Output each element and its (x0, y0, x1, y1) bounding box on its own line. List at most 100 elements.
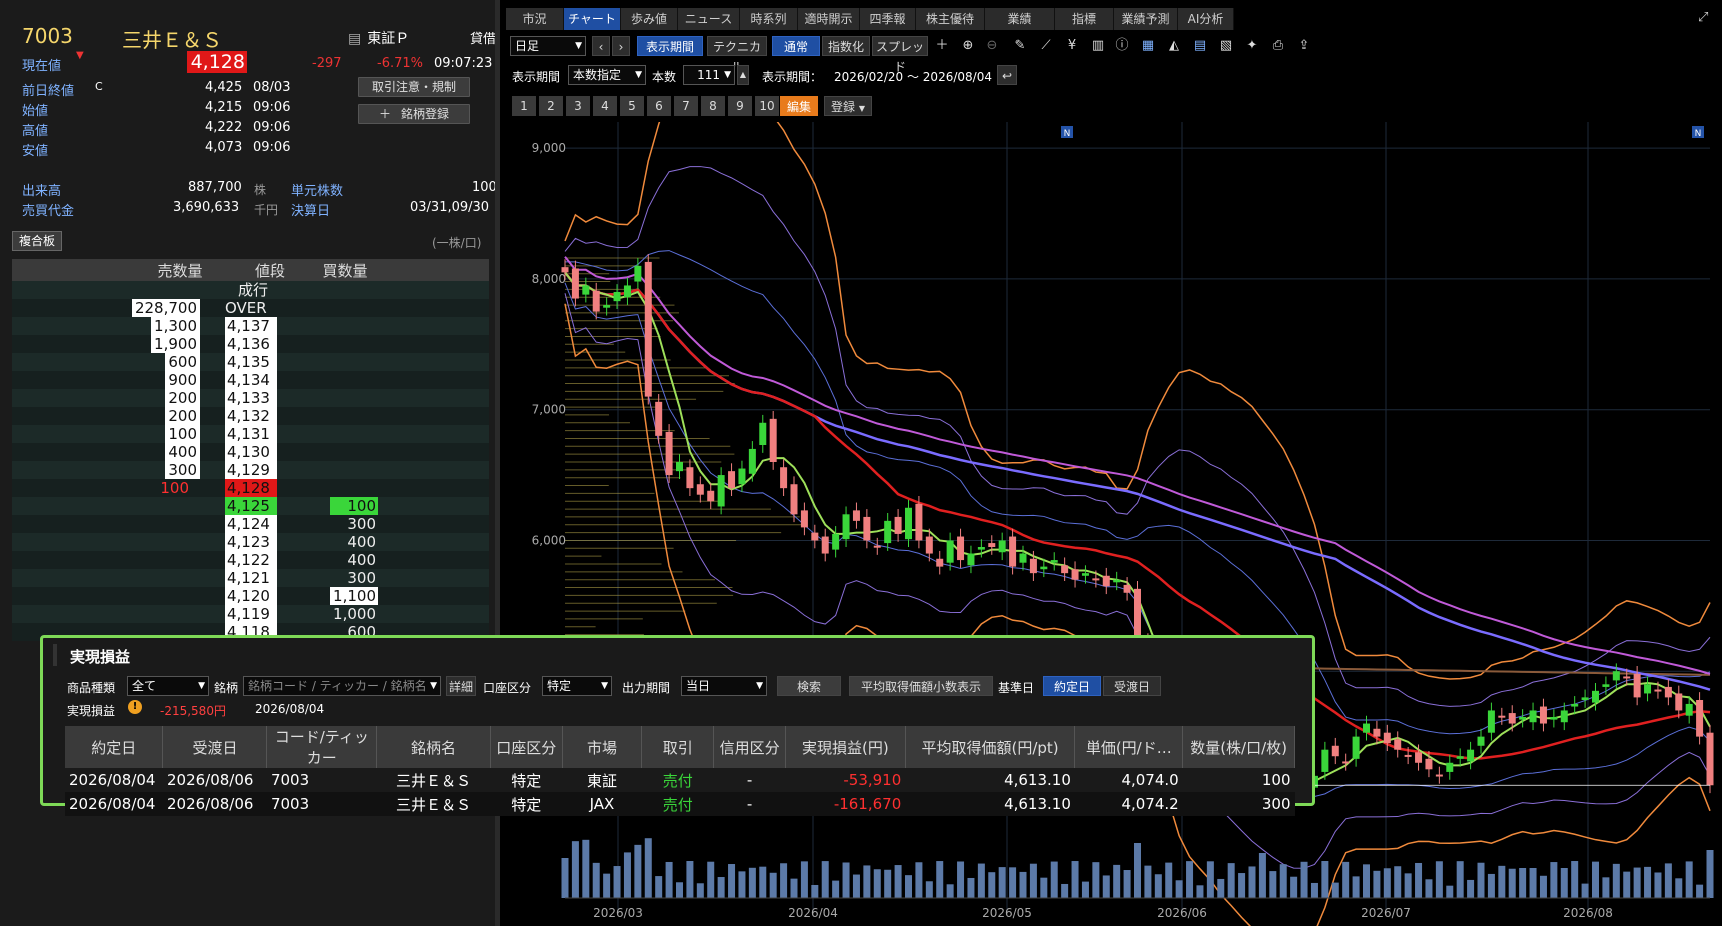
technical-button[interactable]: テクニカル (707, 36, 767, 74)
preset-button-8[interactable]: 8 (701, 96, 725, 116)
register-button[interactable]: ＋銘柄登録 (358, 104, 470, 124)
board-tab[interactable]: 複合板 (12, 231, 62, 251)
preset-button-2[interactable]: 2 (539, 96, 563, 116)
orderbook-row[interactable]: 4,119 1,000 (12, 605, 489, 623)
count-input[interactable]: 111 ▼ (683, 65, 735, 85)
tab-10[interactable]: 業績予測 (1114, 8, 1178, 30)
range-mode-select[interactable]: 本数指定 ▼ (568, 65, 646, 85)
pl-col-header[interactable]: 銘柄名 (376, 726, 491, 768)
display-period-button[interactable]: 表示期間 (637, 36, 703, 56)
line-tool-icon[interactable]: ⟋ (1036, 36, 1056, 56)
crosshair-icon[interactable]: ＋ (932, 36, 952, 56)
caution-button[interactable]: 取引注意・規制 (358, 77, 470, 97)
prev-button[interactable]: ‹ (592, 36, 610, 56)
zoom-in-icon[interactable]: ⊕ (958, 36, 978, 56)
tab-6[interactable]: 四季報 (860, 8, 916, 30)
chart-bars-icon[interactable]: ▥ (1088, 36, 1108, 56)
tab-9[interactable]: 指標 (1055, 8, 1114, 30)
pl-col-header[interactable]: 受渡日 (162, 726, 268, 768)
news-marker-icon[interactable]: N (1061, 126, 1073, 139)
tab-4[interactable]: 時系列 (740, 8, 798, 30)
pl-col-header[interactable]: 信用区分 (713, 726, 786, 768)
tab-8[interactable]: 業績 (985, 8, 1055, 30)
pl-col-header[interactable]: 市場 (562, 726, 643, 768)
search-button[interactable]: 検索 (777, 676, 841, 696)
orderbook-row[interactable]: 600 4,135 (12, 353, 489, 371)
yen-icon[interactable]: ¥ (1062, 36, 1082, 56)
orderbook-row[interactable]: 4,123 400 (12, 533, 489, 551)
pl-col-header[interactable]: 平均取得価額(円/pt) (905, 726, 1076, 768)
tab-3[interactable]: ニュース (678, 8, 740, 30)
expand-icon[interactable]: ⤢ (1698, 10, 1708, 25)
news-marker-icon[interactable]: N (1692, 126, 1704, 139)
tab-0[interactable]: 市況 (506, 8, 564, 30)
preset-button-9[interactable]: 9 (728, 96, 752, 116)
info-icon[interactable]: ⓘ (1112, 36, 1132, 56)
edit-button[interactable]: 編集 (780, 96, 818, 116)
preset-button-4[interactable]: 4 (593, 96, 617, 116)
preset-button-6[interactable]: 6 (647, 96, 671, 116)
account-select[interactable]: 特定 ▼ (542, 676, 612, 696)
tab-11[interactable]: AI分析 (1178, 8, 1234, 30)
pl-col-header[interactable]: 実現損益(円) (785, 726, 906, 768)
symbol-input[interactable]: 銘柄コード / ティッカー / 銘柄名 ▼ (243, 676, 441, 696)
pl-col-header[interactable]: 取引 (641, 726, 715, 768)
zoom-out-icon[interactable]: ⊖ (982, 36, 1002, 56)
orderbook-row[interactable]: 900 4,134 (12, 371, 489, 389)
orderbook-row[interactable]: 300 4,129 (12, 461, 489, 479)
pl-col-header[interactable]: 単価(円/ド… (1074, 726, 1184, 768)
pencil-icon[interactable]: ✎ (1010, 36, 1030, 56)
tab-2[interactable]: 歩み値 (621, 8, 678, 30)
tab-5[interactable]: 適時開示 (798, 8, 860, 30)
settle-date-toggle[interactable]: 受渡日 (1103, 676, 1161, 696)
spread-button[interactable]: スプレッド (872, 36, 928, 74)
area-chart-icon[interactable]: ◭ (1164, 36, 1184, 56)
orderbook-row[interactable]: 1,300 4,137 (12, 317, 489, 335)
next-button[interactable]: › (612, 36, 630, 56)
tab-1[interactable]: チャート (564, 8, 621, 30)
orderbook-row[interactable]: 100 4,131 (12, 425, 489, 443)
orderbook-row[interactable]: 4,125 100 (12, 497, 489, 515)
reset-icon[interactable]: ↩ (997, 65, 1017, 85)
orderbook-row[interactable]: 4,124 300 (12, 515, 489, 533)
trade-date-toggle[interactable]: 約定日 (1043, 676, 1101, 696)
orderbook-row[interactable]: 400 4,130 (12, 443, 489, 461)
orderbook-row[interactable]: 4,120 1,100 (12, 587, 489, 605)
orderbook-row[interactable]: 200 4,132 (12, 407, 489, 425)
count-stepper[interactable]: ▲ (737, 65, 749, 85)
preset-button-5[interactable]: 5 (620, 96, 644, 116)
preset-button-3[interactable]: 3 (566, 96, 590, 116)
preset-button-7[interactable]: 7 (674, 96, 698, 116)
table-row[interactable]: 2026/08/04 2026/08/06 7003 三井Ｅ＆Ｓ 特定 JAX 売付 - -16… (65, 792, 1295, 816)
print-icon[interactable]: ⎙ (1268, 36, 1288, 56)
grid-icon[interactable]: ▤ (1190, 36, 1210, 56)
period-select[interactable]: 当日 ▼ (681, 676, 767, 696)
orderbook-row[interactable]: 成行 (12, 281, 489, 299)
orderbook-row[interactable]: 228,700 OVER (12, 299, 489, 317)
preset-button-1[interactable]: 1 (512, 96, 536, 116)
wrench-icon[interactable]: ✦ (1242, 36, 1262, 56)
normal-button[interactable]: 通常 (772, 36, 820, 56)
pl-col-header[interactable]: 約定日 (65, 726, 164, 768)
orderbook-row[interactable]: 4,121 300 (12, 569, 489, 587)
detail-button[interactable]: 詳細 (446, 676, 476, 696)
orderbook-row[interactable]: 100 4,128 (12, 479, 489, 497)
avg-decimal-button[interactable]: 平均取得価額小数表示 (849, 676, 993, 696)
tab-7[interactable]: 株主優待 (916, 8, 985, 30)
orderbook-row[interactable]: 200 4,133 (12, 389, 489, 407)
pl-col-header[interactable]: コード/ティッカー (266, 726, 378, 768)
index-button[interactable]: 指数化 (822, 36, 870, 56)
pl-col-header[interactable]: 数量(株/口/枚) (1182, 726, 1295, 768)
period-select[interactable]: 日足 ▼ (510, 36, 586, 56)
type-select[interactable]: 全て ▼ (127, 676, 209, 696)
orderbook-row[interactable]: 1,900 4,136 (12, 335, 489, 353)
table-row[interactable]: 2026/08/04 2026/08/06 7003 三井Ｅ＆Ｓ 特定 東証 売付 - -53,… (65, 768, 1295, 792)
indicator-icon[interactable]: ▦ (1138, 36, 1158, 56)
drag-handle[interactable] (53, 644, 57, 666)
orderbook-row[interactable]: 4,122 400 (12, 551, 489, 569)
compare-icon[interactable]: ▧ (1216, 36, 1236, 56)
preset-button-10[interactable]: 10 (755, 96, 779, 116)
export-icon[interactable]: ⇪ (1294, 36, 1314, 56)
register-preset-button[interactable]: 登録 ▼ (824, 96, 872, 116)
warning-icon[interactable]: ! (128, 700, 142, 714)
